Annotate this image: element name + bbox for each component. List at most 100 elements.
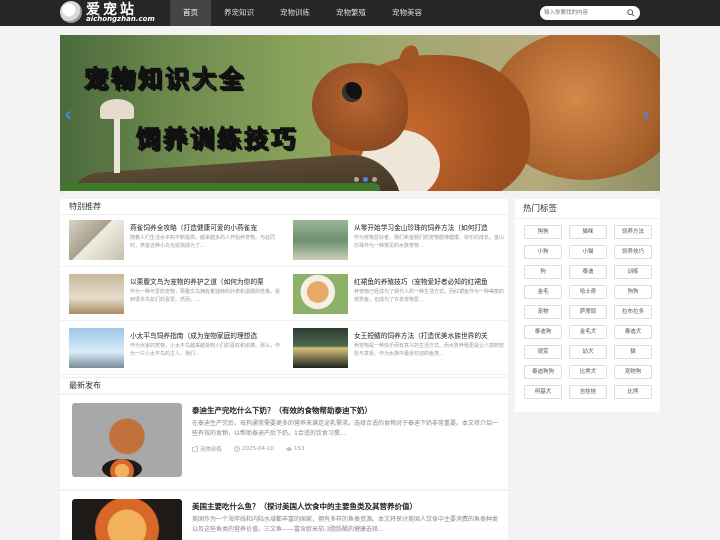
banner-dot[interactable]: [354, 177, 359, 182]
featured-item[interactable]: 女王短鳍的饲养方法（打造优美水族世界的关养宠物是一种快乐而有意义的生活方式。而水…: [284, 323, 508, 375]
featured-item-title[interactable]: 红裙鱼的养殖技巧（宠物爱好者必知的红裙鱼: [354, 276, 504, 286]
tag-link[interactable]: 柯基犬: [524, 385, 562, 399]
site-logo[interactable]: 爱宠站 aichongzhan.com: [60, 0, 164, 26]
tag-link[interactable]: 泰迪狗狗: [524, 365, 562, 379]
tag-link[interactable]: 泰迪: [569, 265, 607, 279]
featured-item-title[interactable]: 以栗腹文鸟为宠物的养护之道（如何为你的栗: [130, 276, 280, 286]
tag-link[interactable]: 宠物: [524, 305, 562, 319]
featured-item-excerpt: 养宠物是一种快乐而有意义的生活方式。而水族养殖更是让人感到放松与享受。作为水族中…: [354, 343, 504, 357]
featured-thumbnail[interactable]: [293, 220, 348, 260]
banner-moss: [60, 183, 380, 191]
banner-dot[interactable]: [372, 177, 377, 182]
hero-banner[interactable]: 宠物知识大全 饲养训练技巧 ‹ ›: [60, 35, 660, 191]
tag-link[interactable]: 小狗: [524, 245, 562, 259]
tag-link[interactable]: 狗狗: [614, 285, 652, 299]
featured-item-title[interactable]: 小太平鸟饲养指南（成为宠物家庭的理想选: [130, 330, 280, 340]
tag-link[interactable]: 金毛犬: [569, 325, 607, 339]
tag-link[interactable]: 泰迪犬: [614, 325, 652, 339]
featured-item[interactable]: 红裙鱼的养殖技巧（宠物爱好者必知的红裙鱼养宠物已经成为了现代人的一种生活方式，而…: [284, 269, 508, 321]
featured-thumbnail[interactable]: [69, 328, 124, 368]
tag-link[interactable]: 猫: [614, 345, 652, 359]
tag-link[interactable]: 比熊犬: [569, 365, 607, 379]
tag-link[interactable]: 狗: [524, 265, 562, 279]
featured-item-excerpt: 作为一种可爱的宠物，栗腹文鸟拥有着独特的外表和温顺的性格，受到很多鸟友们的喜爱。…: [130, 289, 280, 303]
featured-item-excerpt: 随着人们生活水平的不断提高，越来越多的人开始养宠物。与此同时，燕雀这种小鸟也逐渐…: [130, 235, 276, 249]
top-nav-bar: 爱宠站 aichongzhan.com 首页 养宠知识 宠物训练 宠物繁殖 宠物美容: [0, 0, 720, 26]
search-icon[interactable]: [627, 9, 635, 17]
search-box: [540, 6, 640, 20]
post-date: 2025-04-10: [234, 445, 274, 453]
tag-link[interactable]: 观赏: [524, 345, 562, 359]
featured-title: 特别推荐: [60, 199, 508, 215]
tag-link[interactable]: 狗狗: [524, 225, 562, 239]
post-thumbnail[interactable]: [72, 499, 182, 540]
featured-item-excerpt: 作为大家的宠物，小太平鸟越来越受到人们的喜欢和追捧。那么，作为一只小太平鸟的主人…: [130, 343, 280, 357]
featured-item-title[interactable]: 燕雀饲养全攻略（打造健康可爱的小燕雀宠: [130, 222, 280, 232]
tag-link[interactable]: 饲养技巧: [614, 245, 652, 259]
post-excerpt: 美国作为一个海岸线和内陆水域都丰富的国家，拥有多样的鱼类资源。本文将探讨美国人饮…: [192, 516, 498, 533]
banner-dot[interactable]: [363, 177, 368, 182]
featured-thumbnail[interactable]: [69, 274, 124, 314]
banner-mushroom-stem: [114, 117, 120, 173]
featured-thumbnail[interactable]: [69, 220, 124, 260]
latest-post-card[interactable]: 泰迪生产完吃什么下奶？（有效的食物帮助泰迪下奶） 在泰迪生产完后，母狗通常需要更…: [60, 395, 508, 489]
food-bowl-image: [102, 459, 142, 477]
featured-item-title[interactable]: 从零开始学习金山珍珠的饲养方法（如何打造: [354, 222, 504, 232]
tag-link[interactable]: 泰迪狗: [524, 325, 562, 339]
banner-subheadline: 饲养训练技巧: [136, 125, 298, 154]
banner-pagination: [354, 177, 377, 182]
folder-icon: [192, 446, 198, 452]
tag-link[interactable]: 饲养方法: [614, 225, 652, 239]
featured-thumbnail[interactable]: [293, 274, 348, 314]
latest-post-card[interactable]: 美国主要吃什么鱼？（探讨美国人饮食中的主要鱼类及其营养价值） 美国作为一个海岸线…: [60, 491, 508, 540]
tag-link[interactable]: 宠物狗: [614, 365, 652, 379]
tag-link[interactable]: 训练: [614, 265, 652, 279]
tag-link[interactable]: 吉娃娃: [569, 385, 607, 399]
search-input[interactable]: [544, 6, 624, 20]
clock-icon: [234, 446, 240, 452]
tag-link[interactable]: 小猫: [569, 245, 607, 259]
nav-item[interactable]: 首页: [170, 0, 211, 26]
featured-item[interactable]: 小太平鸟饲养指南（成为宠物家庭的理想选作为大家的宠物，小太平鸟越来越受到人们的喜…: [60, 323, 284, 375]
hot-tags-panel: 热门标签 狗狗 猫咪 饲养方法 小狗 小猫 饲养技巧狗泰迪 训练 金毛 哈士奇 狗狗 宠物 萨摩耶 拉布…: [515, 199, 660, 412]
post-meta: 宠物训练 2025-04-10 153: [192, 445, 304, 453]
post-title[interactable]: 美国主要吃什么鱼？（探讨美国人饮食中的主要鱼类及其营养价值）: [192, 501, 498, 512]
banner-squirrel-eye: [342, 82, 362, 102]
nav-item[interactable]: 养宠知识: [211, 0, 267, 26]
site-domain: aichongzhan.com: [86, 15, 155, 23]
post-excerpt: 在泰迪生产完后，母狗通常需要更多的营养来满足泌乳需求。选择合适的食物对于泰迪下奶…: [192, 420, 498, 437]
tag-link[interactable]: 幼犬: [569, 345, 607, 359]
banner-prev-arrow-icon[interactable]: ‹: [64, 104, 78, 124]
nav-item[interactable]: 宠物训练: [267, 0, 323, 26]
post-category[interactable]: 宠物训练: [192, 445, 222, 453]
tag-link[interactable]: 拉布拉多: [614, 305, 652, 319]
mascot-icon: [60, 1, 82, 23]
featured-item-excerpt: 作为宠物爱好者，我们希望我们的宠物能够健康、快乐的成长。金山珍珠作为一种常见的水…: [354, 235, 504, 249]
featured-item-title[interactable]: 女王短鳍的饲养方法（打造优美水族世界的关: [354, 330, 504, 340]
hot-tags-title: 热门标签: [515, 199, 660, 219]
post-category-label: 宠物训练: [200, 447, 223, 453]
featured-thumbnail[interactable]: [293, 328, 348, 368]
post-title[interactable]: 泰迪生产完吃什么下奶？（有效的食物帮助泰迪下奶）: [192, 405, 498, 416]
tag-grid: 狗狗 猫咪 饲养方法 小狗 小猫 饲养技巧狗泰迪 训练 金毛 哈士奇 狗狗 宠物 萨摩耶 拉布拉多 泰迪狗…: [524, 225, 652, 399]
nav-item[interactable]: 宠物美容: [379, 0, 435, 26]
featured-panel: 特别推荐 燕雀饲养全攻略（打造健康可爱的小燕雀宠随着人们生活水平的不断提高，越来…: [60, 199, 508, 377]
featured-item[interactable]: 以栗腹文鸟为宠物的养护之道（如何为你的栗作为一种可爱的宠物，栗腹文鸟拥有着独特的…: [60, 269, 284, 321]
post-date-label: 2025-04-10: [242, 446, 274, 452]
tag-link[interactable]: 猫咪: [569, 225, 607, 239]
nav-item[interactable]: 宠物繁殖: [323, 0, 379, 26]
banner-squirrel-head: [312, 63, 408, 151]
latest-title: 最新发布: [69, 381, 101, 390]
featured-item-excerpt: 养宠物已经成为了现代人的一种生活方式，而红裙鱼作为一种美丽的观赏鱼，也成为了许多…: [354, 289, 504, 303]
post-views-label: 153: [293, 446, 305, 452]
banner-headline: 宠物知识大全: [84, 65, 246, 94]
latest-header: 最新发布: [60, 377, 508, 393]
post-thumbnail[interactable]: [72, 403, 182, 477]
banner-next-arrow-icon[interactable]: ›: [642, 104, 656, 124]
tag-link[interactable]: 比熊: [614, 385, 652, 399]
tag-link[interactable]: 哈士奇: [569, 285, 607, 299]
featured-item[interactable]: 从零开始学习金山珍珠的饲养方法（如何打造作为宠物爱好者，我们希望我们的宠物能够健…: [284, 215, 508, 267]
tag-link[interactable]: 萨摩耶: [569, 305, 607, 319]
tag-link[interactable]: 金毛: [524, 285, 562, 299]
featured-item[interactable]: 燕雀饲养全攻略（打造健康可爱的小燕雀宠随着人们生活水平的不断提高，越来越多的人开…: [60, 215, 284, 267]
